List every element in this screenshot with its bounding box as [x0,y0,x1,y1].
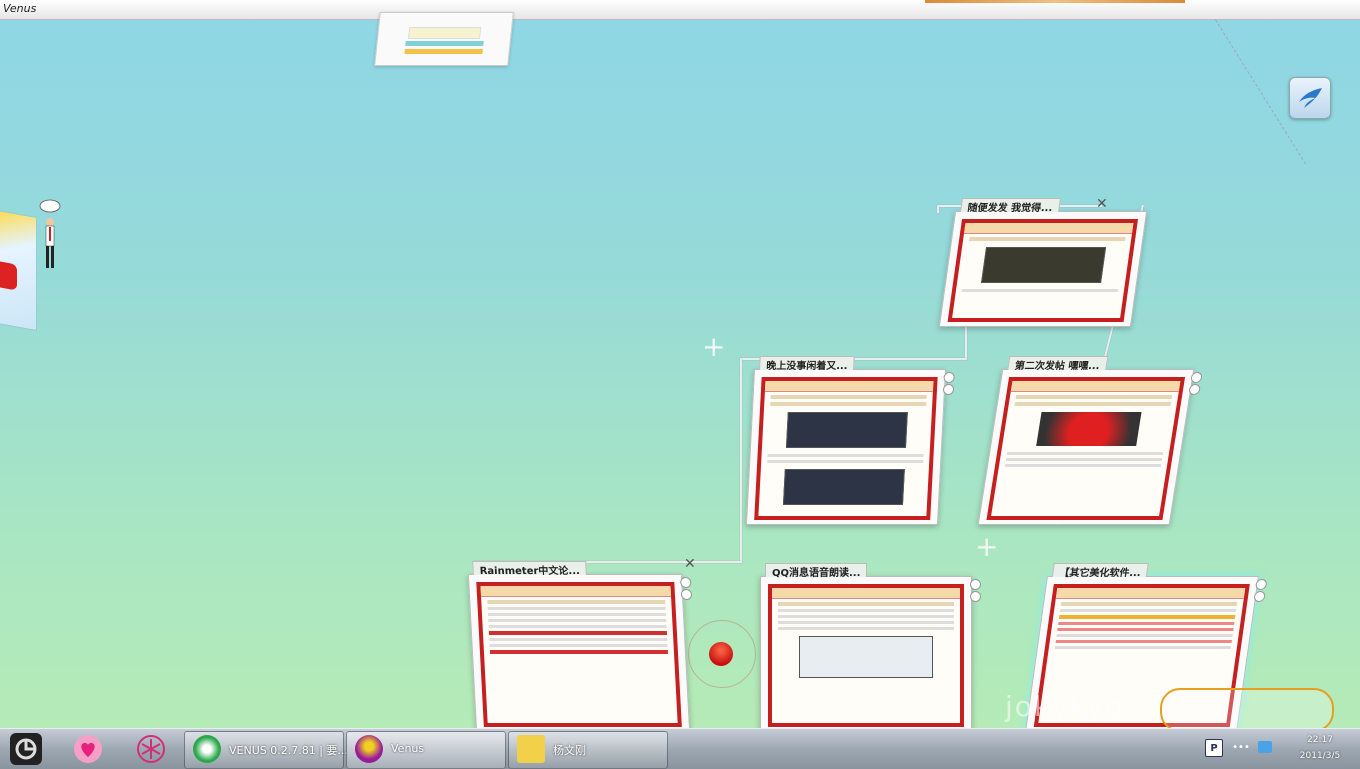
taskbar-clock[interactable]: 22:17 2011/3/5 [1285,732,1355,764]
card-control-button[interactable] [1190,372,1203,383]
close-icon[interactable]: ✕ [684,556,696,572]
clock-time: 22:17 [1307,735,1333,745]
pinned-app-button[interactable] [135,733,167,765]
card-title: Rainmeter中文论... [472,561,588,577]
card-control-button[interactable] [1254,579,1268,590]
card-title: 【其它美化软件... [1051,563,1150,579]
start-button[interactable] [10,733,42,765]
card-title: QQ消息语音朗读... [765,563,868,579]
tab-card[interactable]: 第二次发帖 嘿嘿... [977,356,1203,525]
card-control-button[interactable] [680,589,693,600]
brand-logo [1160,688,1334,732]
card-control-button[interactable] [970,591,981,602]
card-control-button[interactable] [970,579,981,590]
taskbar-task[interactable]: 杨文刚 [508,731,668,769]
tab-card[interactable]: 晚上没事闲着又... [745,356,955,525]
add-group-icon[interactable]: + [975,530,998,563]
task-label: VENUS 0.2.7.81 | 要... [229,744,348,757]
tab-card[interactable]: QQ消息语音朗读... [760,563,981,732]
tray-overflow-icon[interactable]: ••• [1232,739,1250,755]
card-control-button[interactable] [942,384,955,395]
record-button[interactable] [709,642,733,666]
task-label: 杨文刚 [553,744,586,757]
connector-line [740,358,742,563]
titlebar-decoration [925,0,1185,3]
car-thumbnail [0,260,17,291]
taskbar-task-active[interactable]: Venus [346,731,506,769]
ie-icon [193,735,221,763]
card-button [405,41,484,46]
card-title: 第二次发帖 嘿嘿... [1007,356,1109,372]
card-control-button[interactable] [943,372,955,383]
network-icon[interactable] [1258,741,1272,753]
tab-card[interactable]: Rainmeter中文论... [467,561,693,732]
record-orb[interactable] [688,620,756,688]
close-icon[interactable]: ✕ [1096,196,1108,212]
watermark-text: jokykyo [1005,690,1125,723]
tray-app-icon[interactable]: P [1205,739,1223,757]
task-label: Venus [391,742,425,755]
start-icon [15,738,37,760]
heart-app-button[interactable] [72,733,104,765]
bird-icon [1299,88,1322,108]
connector-line [937,205,939,213]
card-thumbnail [476,582,682,727]
heart-icon [74,735,102,763]
window-titlebar[interactable]: Venus [0,0,1360,20]
bird-app-button[interactable] [1289,77,1331,119]
card-thumbnail [754,377,938,520]
person-avatar[interactable] [38,196,74,276]
card-banner [408,27,482,39]
card-control-button[interactable] [1253,591,1266,602]
window-title: Venus [3,2,37,15]
card-thumbnail [986,377,1186,520]
card-control-button[interactable] [680,577,692,588]
partial-card-top[interactable] [374,12,514,66]
taskbar-task[interactable]: VENUS 0.2.7.81 | 要... [184,731,348,769]
card-thumbnail [768,584,964,727]
tab-card[interactable]: 随便发发 我觉得... [938,198,1148,327]
card-title: 晚上没事闲着又... [759,356,856,372]
note-icon [517,735,545,763]
partial-card-left[interactable] [0,206,37,332]
card-thumbnail [947,219,1139,322]
clock-date: 2011/3/5 [1299,751,1341,761]
card-control-button[interactable] [1188,384,1201,395]
asterisk-app-icon [137,735,165,763]
card-title: 随便发发 我觉得... [960,198,1061,214]
add-group-icon[interactable]: + [702,330,725,363]
taskbar: VENUS 0.2.7.81 | 要... Venus 杨文刚 P ••• [0,728,1360,769]
card-button [404,49,483,54]
venus-icon [355,735,383,763]
